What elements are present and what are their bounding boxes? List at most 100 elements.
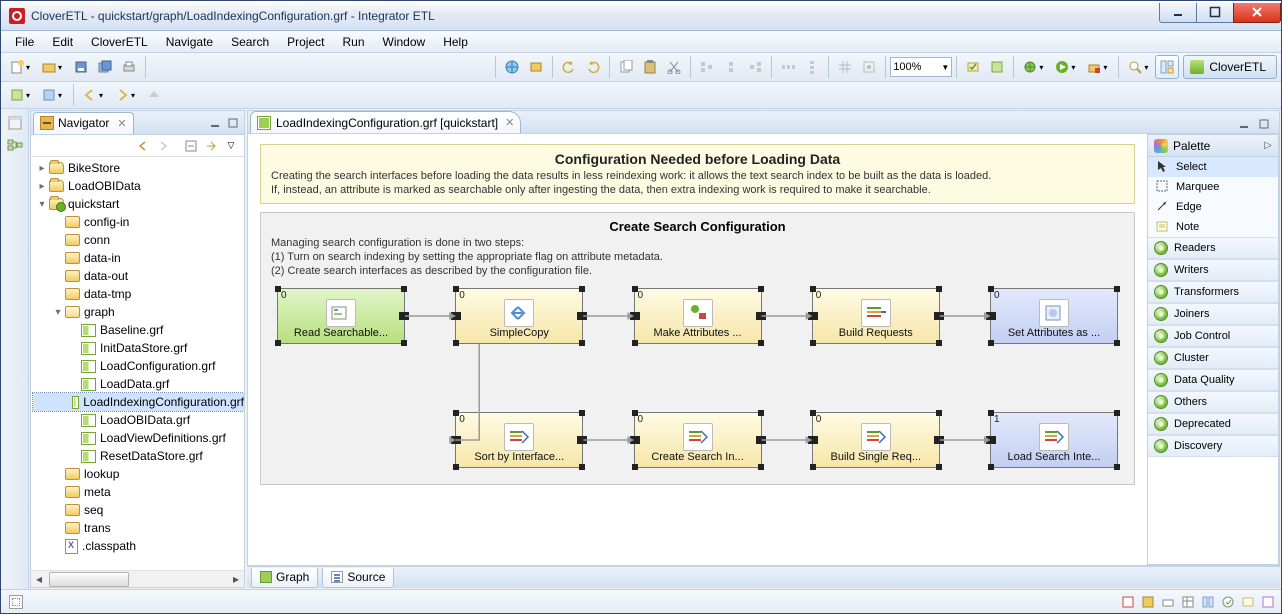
status-icon-6[interactable]: [1221, 595, 1235, 609]
restore-view-icon[interactable]: [7, 115, 23, 131]
tree-item[interactable]: InitDataStore.grf: [33, 339, 244, 357]
graph-tab[interactable]: Graph: [251, 568, 318, 588]
view-minimize-icon[interactable]: [206, 114, 224, 132]
tree-item[interactable]: conn: [33, 231, 244, 249]
menu-project[interactable]: Project: [279, 33, 332, 51]
save-button[interactable]: [70, 56, 92, 78]
tree-item[interactable]: LoadOBIData.grf: [33, 411, 244, 429]
component[interactable]: 1Load Search Inte...: [990, 412, 1118, 468]
palette-tool-select[interactable]: Select: [1148, 157, 1278, 177]
component[interactable]: 0Set Attributes as ...: [990, 288, 1118, 344]
tree-item[interactable]: data-out: [33, 267, 244, 285]
cut-button[interactable]: [663, 56, 685, 78]
component[interactable]: 0Sort by Interface...: [455, 412, 583, 468]
component[interactable]: 0Build Requests: [812, 288, 940, 344]
editor-minimize-icon[interactable]: [1235, 115, 1253, 133]
tree-item[interactable]: ▾quickstart: [33, 195, 244, 213]
box-icon[interactable]: [525, 56, 547, 78]
tree-item[interactable]: LoadIndexingConfiguration.grf: [33, 393, 244, 411]
print-button[interactable]: [118, 56, 140, 78]
link-editor-icon[interactable]: [202, 137, 220, 155]
tree-item[interactable]: ▸BikeStore: [33, 159, 244, 177]
snap-icon[interactable]: [858, 56, 880, 78]
nav-fwd-button[interactable]: ▾: [111, 84, 141, 106]
view-maximize-icon[interactable]: [224, 114, 242, 132]
palette-category[interactable]: Job Control: [1148, 325, 1278, 347]
palette-category[interactable]: Data Quality: [1148, 369, 1278, 391]
tree-item[interactable]: ▾graph: [33, 303, 244, 321]
perspective-button[interactable]: CloverETL: [1183, 55, 1277, 79]
palette-category[interactable]: Deprecated: [1148, 413, 1278, 435]
align-left-icon[interactable]: [696, 56, 718, 78]
nav-back-icon[interactable]: [134, 137, 152, 155]
tree-item[interactable]: LoadConfiguration.grf: [33, 357, 244, 375]
nav-back-button[interactable]: ▾: [79, 84, 109, 106]
tree-item[interactable]: seq: [33, 501, 244, 519]
source-tab[interactable]: Source: [322, 568, 394, 588]
palette-tool-note[interactable]: Note: [1148, 217, 1278, 237]
minimize-button[interactable]: [1159, 3, 1197, 23]
status-icon-4[interactable]: [1181, 595, 1195, 609]
tab-close-icon[interactable]: ✕: [505, 116, 514, 129]
tree-item[interactable]: LoadViewDefinitions.grf: [33, 429, 244, 447]
tree-item[interactable]: ▸LoadOBIData: [33, 177, 244, 195]
tree-item[interactable]: data-in: [33, 249, 244, 267]
palette-category[interactable]: Cluster: [1148, 347, 1278, 369]
distribute-h-icon[interactable]: [777, 56, 799, 78]
component[interactable]: 0Read Searchable...: [277, 288, 405, 344]
new-button[interactable]: ▾: [6, 56, 36, 78]
save-all-button[interactable]: [94, 56, 116, 78]
tree-item[interactable]: data-tmp: [33, 285, 244, 303]
palette-category[interactable]: Transformers: [1148, 281, 1278, 303]
view-menu-icon[interactable]: ▽: [222, 137, 240, 155]
nav-up-button[interactable]: [143, 84, 165, 106]
collapse-all-icon[interactable]: [182, 137, 200, 155]
menu-file[interactable]: File: [7, 33, 42, 51]
component[interactable]: 0Make Attributes ...: [634, 288, 762, 344]
tree-horizontal-scrollbar[interactable]: ◂▸: [31, 570, 244, 587]
open-button[interactable]: ▾: [38, 56, 68, 78]
align-right-icon[interactable]: [744, 56, 766, 78]
validate-icon[interactable]: [962, 56, 984, 78]
new-metadata-button[interactable]: ▾: [38, 84, 68, 106]
undo-button[interactable]: [558, 56, 580, 78]
menu-navigate[interactable]: Navigate: [158, 33, 221, 51]
menu-search[interactable]: Search: [223, 33, 277, 51]
nav-fwd-icon[interactable]: [154, 137, 172, 155]
tree-item[interactable]: lookup: [33, 465, 244, 483]
search-button[interactable]: ▾: [1124, 56, 1154, 78]
maximize-button[interactable]: [1196, 3, 1234, 23]
globe-icon[interactable]: [501, 56, 523, 78]
palette-tool-edge[interactable]: Edge: [1148, 197, 1278, 217]
menu-cloveretl[interactable]: CloverETL: [83, 33, 156, 51]
component[interactable]: 0Create Search In...: [634, 412, 762, 468]
navigator-tab[interactable]: Navigator ✕: [33, 112, 134, 134]
redo-button[interactable]: [582, 56, 604, 78]
status-icon-5[interactable]: [1201, 595, 1215, 609]
tree-item[interactable]: LoadData.grf: [33, 375, 244, 393]
perspective-switcher[interactable]: [1155, 55, 1179, 79]
palette-category[interactable]: Writers: [1148, 259, 1278, 281]
graph-canvas[interactable]: Configuration Needed before Loading Data…: [248, 134, 1147, 565]
status-icon-1[interactable]: [1121, 595, 1135, 609]
palette-header[interactable]: Palette ▷: [1148, 135, 1278, 157]
status-icon-7[interactable]: [1241, 595, 1255, 609]
distribute-v-icon[interactable]: [801, 56, 823, 78]
grid-icon[interactable]: [834, 56, 856, 78]
paste-button[interactable]: [639, 56, 661, 78]
status-icon-3[interactable]: [1161, 595, 1175, 609]
palette-category[interactable]: Others: [1148, 391, 1278, 413]
menu-help[interactable]: Help: [435, 33, 476, 51]
tab-close-icon[interactable]: ✕: [117, 117, 126, 130]
palette-category[interactable]: Readers: [1148, 237, 1278, 259]
tree-item[interactable]: ResetDataStore.grf: [33, 447, 244, 465]
status-view-icon[interactable]: [9, 595, 23, 609]
menu-run[interactable]: Run: [334, 33, 372, 51]
run-button[interactable]: ▾: [1051, 56, 1081, 78]
component[interactable]: 0SimpleCopy: [455, 288, 583, 344]
tree-item[interactable]: meta: [33, 483, 244, 501]
tree-item[interactable]: config-in: [33, 213, 244, 231]
palette-tool-marquee[interactable]: Marquee: [1148, 177, 1278, 197]
menu-edit[interactable]: Edit: [44, 33, 81, 51]
new-graph-button[interactable]: ▾: [6, 84, 36, 106]
